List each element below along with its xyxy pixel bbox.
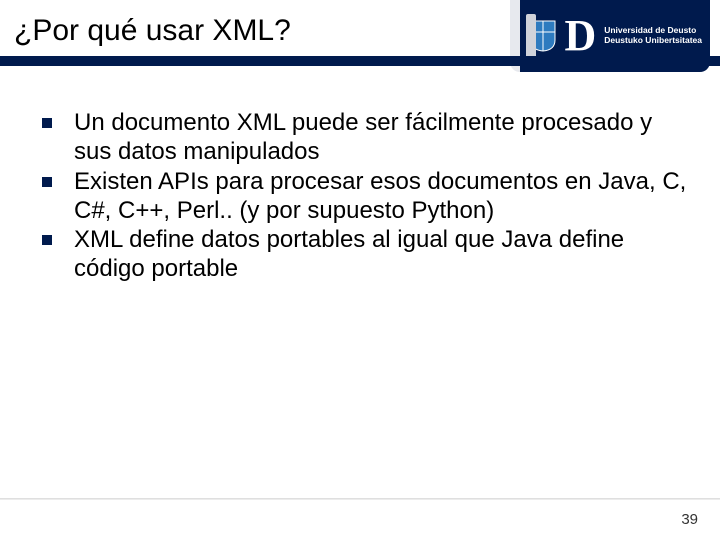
list-item: XML define datos portables al igual que … (40, 225, 690, 284)
slide: ¿Por qué usar XML? D Universidad de Deus… (0, 0, 720, 540)
page-number: 39 (681, 511, 698, 528)
slide-title: ¿Por qué usar XML? (14, 14, 291, 48)
header-divider (0, 56, 720, 66)
bullet-list: Un documento XML puede ser fácilmente pr… (40, 108, 690, 284)
list-item: Un documento XML puede ser fácilmente pr… (40, 108, 690, 167)
list-item: Existen APIs para procesar esos document… (40, 167, 690, 226)
footer-divider (0, 498, 720, 500)
content-area: Un documento XML puede ser fácilmente pr… (40, 108, 690, 284)
logo-text: Universidad de Deusto Deustuko Unibertsi… (604, 26, 702, 46)
logo-text-line2: Deustuko Unibertsitatea (604, 36, 702, 46)
logo-letter: D (564, 14, 596, 58)
